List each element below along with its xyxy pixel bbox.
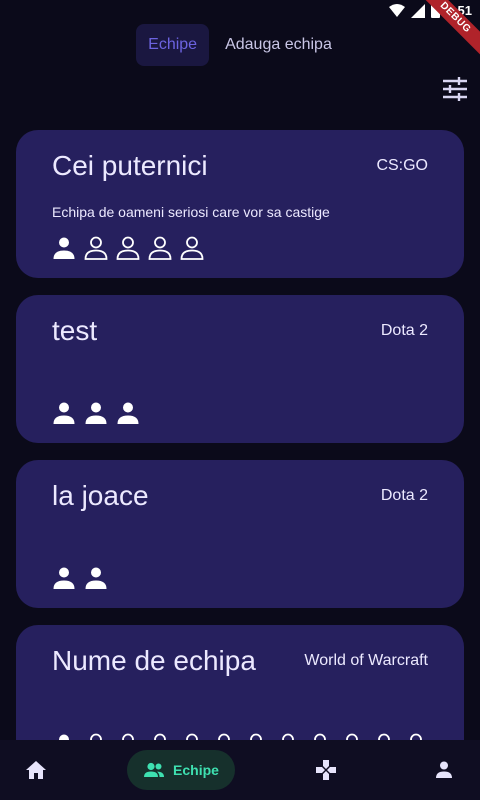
team-list: Cei puternici CS:GO Echipa de oameni ser… bbox=[16, 130, 464, 790]
member-slots bbox=[52, 566, 108, 590]
team-game: World of Warcraft bbox=[304, 652, 428, 669]
team-name: Cei puternici bbox=[52, 150, 208, 181]
member-filled-icon bbox=[53, 237, 75, 259]
member-filled-icon bbox=[85, 402, 107, 424]
member-empty-icon bbox=[116, 236, 140, 260]
team-game: Dota 2 bbox=[380, 322, 428, 339]
team-card[interactable]: test Dota 2 bbox=[16, 295, 464, 443]
team-card[interactable]: la joace Dota 2 bbox=[16, 460, 464, 608]
nav-home[interactable] bbox=[20, 750, 52, 790]
top-tabs: Echipe Adauga echipa bbox=[0, 24, 480, 66]
signal-icon bbox=[410, 3, 425, 18]
member-filled-icon bbox=[53, 567, 75, 589]
member-empty-icon bbox=[180, 236, 204, 260]
team-name: Nume de echipa bbox=[52, 645, 256, 676]
nav-echipe-label: Echipe bbox=[173, 762, 219, 778]
member-slots bbox=[52, 401, 140, 425]
member-filled-icon bbox=[85, 567, 107, 589]
tune-icon[interactable] bbox=[442, 76, 468, 102]
tab-echipe[interactable]: Echipe bbox=[136, 24, 210, 66]
member-empty-icon bbox=[84, 236, 108, 260]
member-filled-icon bbox=[117, 402, 139, 424]
bottom-nav: Echipe bbox=[0, 740, 480, 800]
person-icon bbox=[436, 761, 452, 778]
member-empty-icon bbox=[148, 236, 172, 260]
member-filled-icon bbox=[53, 402, 75, 424]
team-card[interactable]: Cei puternici CS:GO Echipa de oameni ser… bbox=[16, 130, 464, 278]
team-game: CS:GO bbox=[376, 157, 428, 174]
tab-adauga-echipa[interactable]: Adauga echipa bbox=[213, 24, 344, 66]
nav-profile[interactable] bbox=[428, 750, 460, 790]
nav-games[interactable] bbox=[310, 750, 342, 790]
status-bar: 9:51 DEBUG bbox=[0, 0, 480, 63]
gamepad-icon bbox=[316, 760, 336, 780]
nav-echipe[interactable]: Echipe bbox=[127, 750, 235, 790]
home-icon bbox=[26, 761, 46, 779]
member-slots bbox=[52, 236, 204, 260]
team-name: test bbox=[52, 315, 98, 346]
team-description: Echipa de oameni seriosi care vor sa cas… bbox=[52, 204, 330, 220]
group-icon bbox=[144, 762, 165, 777]
wifi-icon bbox=[388, 3, 405, 17]
screen: 9:51 DEBUG Echipe Adauga echipa Cei pute… bbox=[0, 0, 480, 800]
team-name: la joace bbox=[52, 480, 149, 511]
team-game: Dota 2 bbox=[380, 487, 428, 504]
